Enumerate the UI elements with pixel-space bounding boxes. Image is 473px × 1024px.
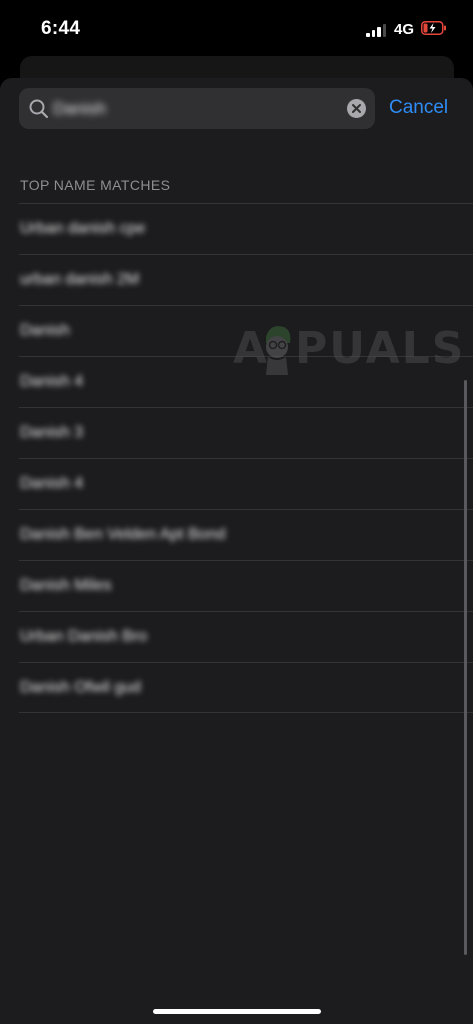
status-time: 6:44 [41,18,81,39]
list-item[interactable]: Danish 3 [19,407,473,458]
search-input[interactable]: Danish [19,88,375,129]
status-bar: 6:44 4G [0,0,473,60]
home-indicator[interactable] [153,1009,321,1014]
scroll-indicator[interactable] [464,380,467,955]
mascot-icon [260,323,294,377]
clear-circle-icon[interactable] [347,99,366,118]
cellular-signal-icon [366,24,388,37]
list-item-label: Urban Danish Bro [20,628,148,645]
magnifying-glass-icon [28,98,50,120]
list-item-label: Danish 4 [20,475,84,492]
search-query-text[interactable]: Danish [53,99,106,119]
list-item[interactable]: urban danish 2M [19,254,473,305]
list-item-label: Danish Ben Velden Apt Bond [20,526,226,543]
results-list: Urban danish cpe urban danish 2M Danish … [0,203,473,713]
list-item[interactable]: Urban danish cpe [19,203,473,254]
list-item[interactable]: Urban Danish Bro [19,611,473,662]
search-sheet: Danish Cancel TOP NAME MATCHES Urban dan… [0,78,473,1024]
section-header: TOP NAME MATCHES [20,177,171,193]
list-item-label: Danish Ofwil gud [20,679,141,696]
watermark-logo: A PUALS [233,321,463,381]
watermark-text-right: PUALS [295,323,466,374]
list-item[interactable]: Danish Ofwil gud [19,662,473,713]
list-item-label: Danish [20,322,70,339]
list-item[interactable]: Danish 4 [19,458,473,509]
list-item-label: Danish 4 [20,373,84,390]
list-item[interactable]: Danish Ben Velden Apt Bond [19,509,473,560]
list-item-label: Urban danish cpe [20,220,146,237]
list-item[interactable]: Danish Miles [19,560,473,611]
cancel-button[interactable]: Cancel [389,97,448,119]
battery-charging-low-icon [421,21,446,35]
list-item-label: Danish 3 [20,424,84,441]
list-item-label: urban danish 2M [20,271,140,288]
list-item-label: Danish Miles [20,577,112,594]
network-type: 4G [394,21,415,38]
